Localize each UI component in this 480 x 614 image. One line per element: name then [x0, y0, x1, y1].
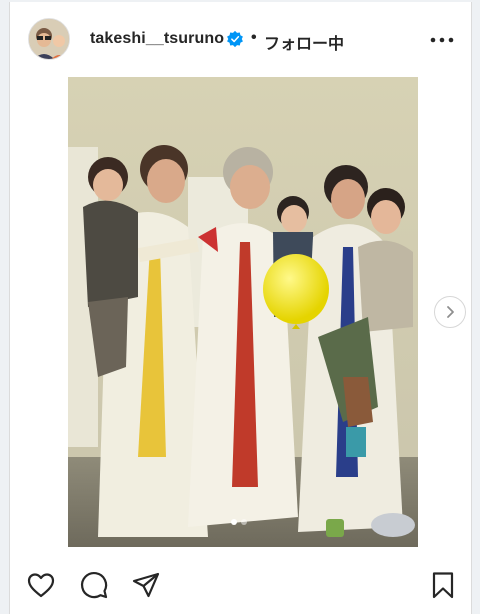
- carousel-indicator: [231, 519, 247, 525]
- heart-icon[interactable]: [26, 570, 56, 600]
- avatar[interactable]: [28, 18, 70, 60]
- chevron-right-icon: [447, 306, 454, 318]
- post-header: takeshi__tsuruno • フォロー中: [10, 2, 471, 78]
- more-options-icon[interactable]: [428, 30, 456, 50]
- send-icon[interactable]: [131, 570, 161, 600]
- comment-icon[interactable]: [79, 570, 109, 600]
- carousel-dot-active: [231, 519, 237, 525]
- post-card: takeshi__tsuruno • フォロー中: [9, 2, 472, 614]
- next-slide-button[interactable]: [434, 296, 466, 328]
- username[interactable]: takeshi__tsuruno: [90, 30, 224, 48]
- following-button[interactable]: フォロー中: [264, 30, 344, 54]
- action-bar: [10, 562, 471, 610]
- separator-dot: •: [251, 29, 257, 46]
- carousel-dot: [241, 519, 247, 525]
- verified-badge-icon: [227, 30, 243, 48]
- post-photo-graphic: [68, 77, 418, 547]
- post-image[interactable]: [68, 77, 418, 547]
- bookmark-icon[interactable]: [428, 570, 458, 600]
